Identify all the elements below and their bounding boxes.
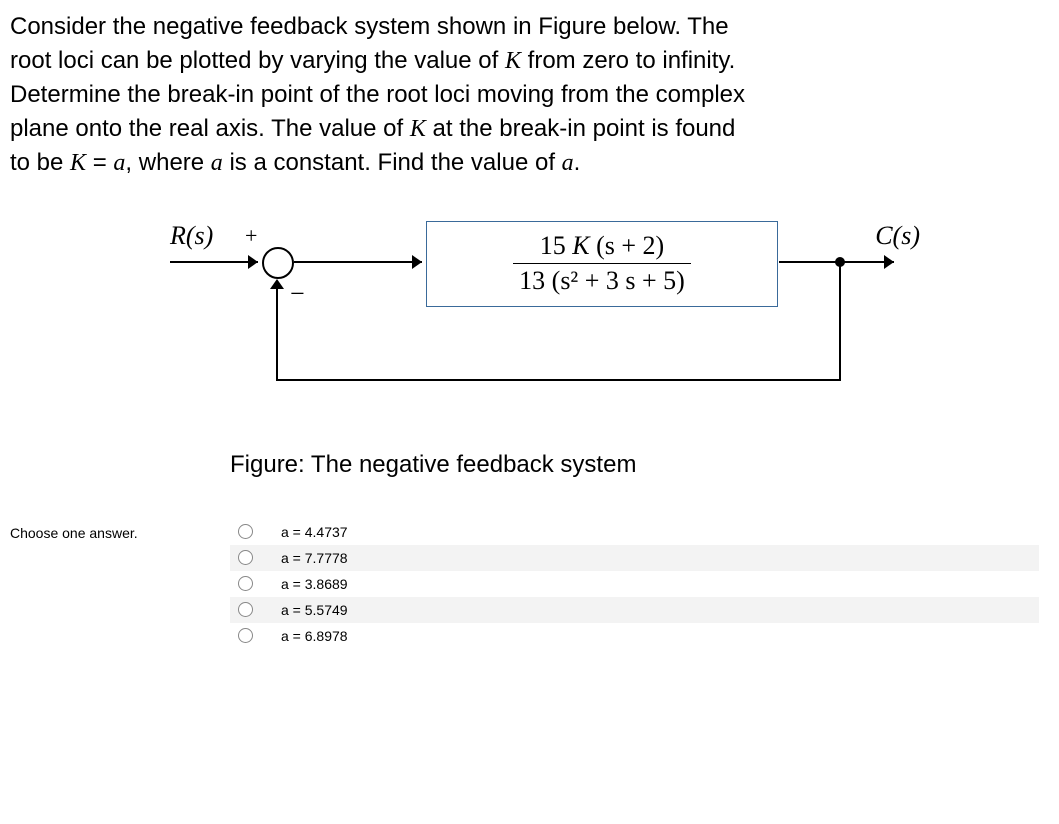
q-line5-var: a bbox=[211, 150, 223, 176]
q-line4: plane onto the real axis. The value of bbox=[10, 115, 410, 142]
radio-icon[interactable] bbox=[238, 524, 253, 539]
sum-plus: + bbox=[245, 223, 257, 249]
answer-option[interactable]: a = 3.8689 bbox=[230, 571, 1039, 597]
summing-junction-icon bbox=[262, 247, 294, 279]
radio-icon[interactable] bbox=[238, 628, 253, 643]
figure-area: R(s) + − 15 K (s + 2) 13 (s² + 3 s + 5) … bbox=[170, 221, 1039, 479]
q-line5-a: a bbox=[113, 150, 125, 176]
q-line4-var: K bbox=[410, 116, 426, 142]
feedback-line-down bbox=[839, 263, 841, 381]
q-line2-var: K bbox=[505, 48, 521, 74]
arrow-forward-icon bbox=[412, 255, 422, 269]
transfer-function: 15 K (s + 2) 13 (s² + 3 s + 5) bbox=[513, 231, 691, 296]
answer-area: Choose one answer. a = 4.4737 a = 7.7778… bbox=[10, 519, 1039, 649]
feedback-line-horiz bbox=[276, 379, 841, 381]
sum-minus: − bbox=[290, 279, 305, 309]
block-diagram: R(s) + − 15 K (s + 2) 13 (s² + 3 s + 5) … bbox=[170, 221, 920, 421]
answer-option[interactable]: a = 6.8978 bbox=[230, 623, 1039, 649]
q-line5-K: K bbox=[70, 150, 86, 176]
radio-icon[interactable] bbox=[238, 602, 253, 617]
figure-caption: Figure: The negative feedback system bbox=[230, 451, 1039, 479]
q-line5-mid: , where bbox=[125, 149, 210, 176]
line-forward bbox=[294, 261, 422, 263]
option-label: a = 3.8689 bbox=[281, 576, 348, 592]
arrow-input-icon bbox=[248, 255, 258, 269]
option-label: a = 6.8978 bbox=[281, 628, 348, 644]
option-label: a = 5.5749 bbox=[281, 602, 348, 618]
q-line5-var2: a bbox=[562, 150, 574, 176]
feedback-line-up bbox=[276, 287, 278, 381]
q-line2-end: from zero to infinity. bbox=[521, 47, 735, 74]
answer-option[interactable]: a = 5.5749 bbox=[230, 597, 1039, 623]
arrow-feedback-icon bbox=[270, 279, 284, 289]
option-label: a = 4.4737 bbox=[281, 524, 348, 540]
q-line2: root loci can be plotted by varying the … bbox=[10, 47, 505, 74]
radio-icon[interactable] bbox=[238, 576, 253, 591]
arrow-output-icon bbox=[884, 255, 894, 269]
tf-denominator: 13 (s² + 3 s + 5) bbox=[513, 263, 691, 296]
q-line3: Determine the break-in point of the root… bbox=[10, 81, 745, 108]
line-input bbox=[170, 261, 258, 263]
q-line5-end: is a constant. Find the value of bbox=[223, 149, 562, 176]
tf-numerator: 15 K (s + 2) bbox=[513, 231, 691, 263]
answer-option[interactable]: a = 7.7778 bbox=[230, 545, 1039, 571]
transfer-function-block: 15 K (s + 2) 13 (s² + 3 s + 5) bbox=[426, 221, 778, 307]
q-line5-period: . bbox=[574, 149, 581, 176]
output-label: C(s) bbox=[875, 221, 920, 251]
answer-prompt: Choose one answer. bbox=[10, 519, 230, 649]
q-line4-mid: at the break-in point is found bbox=[426, 115, 736, 142]
option-label: a = 7.7778 bbox=[281, 550, 348, 566]
q-line1: Consider the negative feedback system sh… bbox=[10, 13, 729, 40]
radio-icon[interactable] bbox=[238, 550, 253, 565]
question-text: Consider the negative feedback system sh… bbox=[10, 10, 1039, 181]
input-label: R(s) bbox=[170, 221, 213, 251]
q-line5: to be bbox=[10, 149, 70, 176]
q-line5-eq: = bbox=[86, 149, 113, 176]
answer-option[interactable]: a = 4.4737 bbox=[230, 519, 1039, 545]
answer-options: a = 4.4737 a = 7.7778 a = 3.8689 a = 5.5… bbox=[230, 519, 1039, 649]
